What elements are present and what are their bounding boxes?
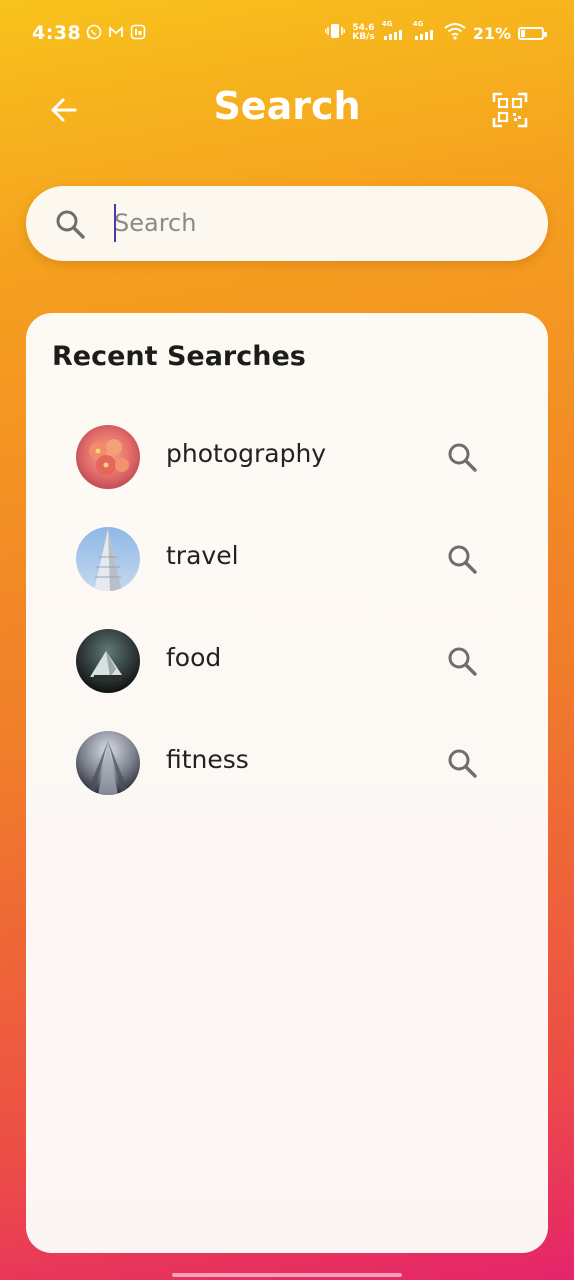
status-right-icons: 54.6 KB/s 4G 4G 21% xyxy=(325,20,547,44)
status-bar: 4:38 54.6 KB/s 4G 4G 21% xyxy=(0,0,574,68)
vibrate-icon xyxy=(325,22,346,44)
qr-scan-button[interactable] xyxy=(488,88,532,132)
recent-thumbnail xyxy=(76,527,140,591)
net-speed: 54.6 KB/s xyxy=(352,24,374,42)
net-speed-unit: KB/s xyxy=(352,32,375,42)
search-icon[interactable] xyxy=(446,543,478,575)
search-icon[interactable] xyxy=(446,747,478,779)
signal-icon-1: 4G xyxy=(382,20,406,42)
search-icon[interactable] xyxy=(446,441,478,473)
recent-item-food[interactable]: food xyxy=(76,627,486,693)
recent-searches-panel: Recent Searches photography travel food … xyxy=(26,313,548,1253)
app-notification-icon xyxy=(130,24,146,40)
search-icon xyxy=(56,210,85,239)
search-bar[interactable] xyxy=(26,186,548,261)
recent-item-fitness[interactable]: fitness xyxy=(76,729,486,795)
recent-item-travel[interactable]: travel xyxy=(76,525,486,591)
recent-item-label: fitness xyxy=(166,745,249,774)
status-time: 4:38 xyxy=(32,22,82,44)
search-icon[interactable] xyxy=(446,645,478,677)
qr-code-icon xyxy=(492,92,528,128)
search-input[interactable] xyxy=(114,200,514,246)
recent-thumbnail xyxy=(76,425,140,489)
recent-searches-title: Recent Searches xyxy=(52,341,306,372)
recent-thumbnail xyxy=(76,629,140,693)
wifi-icon xyxy=(444,22,466,44)
recent-item-label: photography xyxy=(166,439,327,468)
header: Search xyxy=(0,70,574,150)
text-cursor xyxy=(114,204,116,242)
battery-percent: 21% xyxy=(472,23,511,43)
whatsapp-icon xyxy=(86,24,102,40)
home-indicator[interactable] xyxy=(172,1273,402,1277)
recent-item-photography[interactable]: photography xyxy=(76,423,486,489)
recent-item-label: travel xyxy=(166,541,239,570)
recent-thumbnail xyxy=(76,731,140,795)
signal-icon-2: 4G xyxy=(413,20,437,42)
recent-item-label: food xyxy=(166,643,222,672)
notification-icons xyxy=(86,24,146,40)
gmail-icon xyxy=(108,24,124,40)
battery-icon xyxy=(518,26,547,40)
